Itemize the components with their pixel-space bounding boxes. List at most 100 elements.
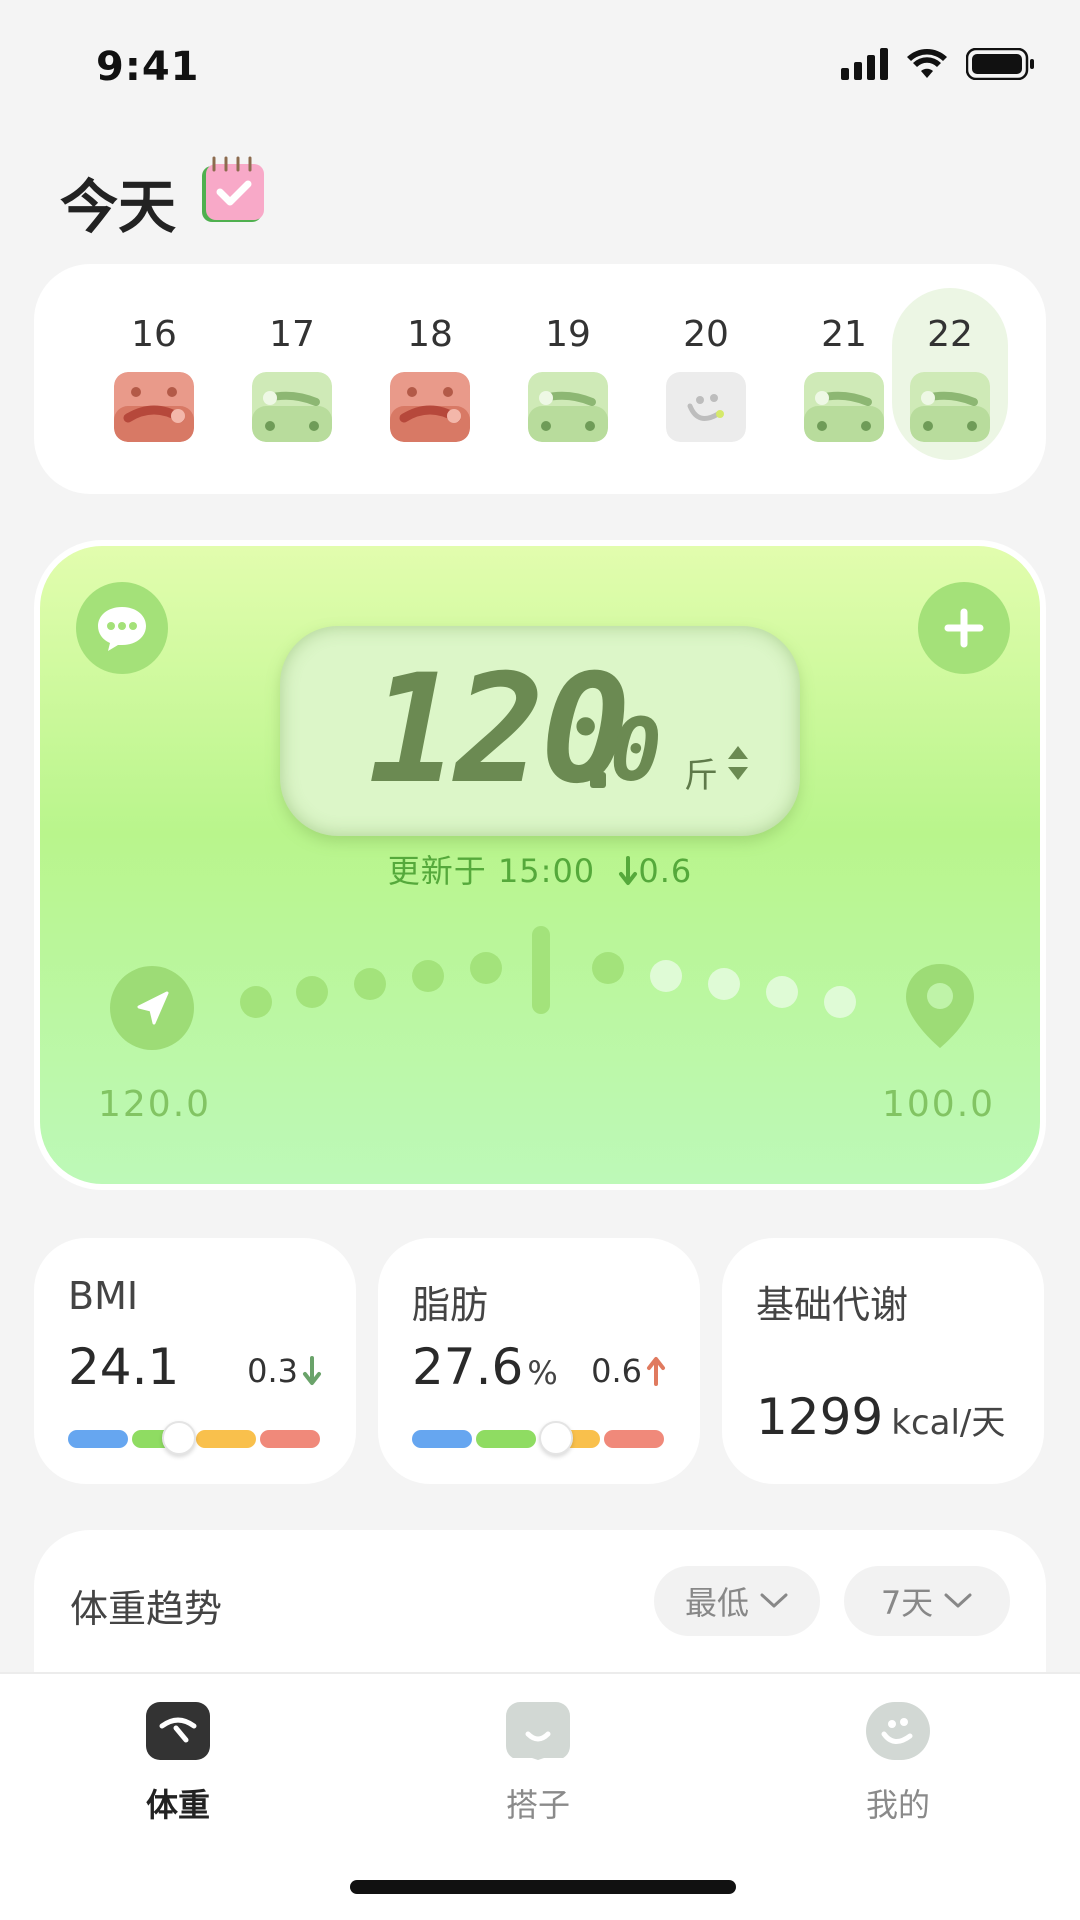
scale-segment-very-high [260, 1430, 320, 1448]
fat-scale-indicator [538, 1421, 573, 1455]
chat-bubble-icon [98, 607, 146, 651]
fat-unit: % [527, 1354, 558, 1392]
week-strip: 16 17 18 19 20 21 22 [34, 264, 1046, 494]
calendar-icon [202, 156, 264, 222]
progress-dot [708, 968, 740, 1000]
progress-dot [240, 986, 272, 1018]
day-18[interactable]: 18 [372, 288, 488, 460]
status-icons [841, 48, 1036, 80]
weight-display[interactable]: 120 0 斤 [280, 626, 800, 836]
progress-dot [470, 952, 502, 984]
progress-dot [592, 952, 624, 984]
bmi-value: 24.1 [68, 1338, 180, 1396]
bmi-scale-indicator [161, 1421, 196, 1455]
fat-label: 脂肪 [412, 1283, 489, 1327]
day-number: 22 [927, 314, 973, 355]
arrow-up-icon [647, 1357, 665, 1386]
day-number: 16 [131, 314, 177, 355]
tab-label: 我的 [865, 1786, 930, 1824]
plus-icon [944, 608, 984, 648]
progress-dot [766, 976, 798, 1008]
wifi-icon [907, 49, 947, 78]
bmr-card[interactable]: 基础代谢 1299 kcal/天 [722, 1238, 1044, 1484]
bmr-value: 1299 [756, 1388, 884, 1446]
profile-icon [866, 1702, 930, 1760]
update-time: 更新于 15:00 [387, 852, 596, 890]
fat-value: 27.6 [412, 1338, 524, 1396]
unit-toggle-icon[interactable] [726, 744, 750, 782]
scale-segment-low [68, 1430, 128, 1448]
weight-change-value: 0.6 [638, 852, 693, 890]
day-16[interactable]: 16 [96, 288, 212, 460]
weight-integer: 120 [368, 643, 631, 817]
progress-dot [650, 960, 682, 992]
day-17[interactable]: 17 [234, 288, 350, 460]
green-mood-face-icon [910, 372, 990, 442]
scale-segment-very-high [604, 1430, 664, 1448]
update-info: 更新于 15:00 0.6 [40, 846, 1040, 892]
weight-decimal: 0 [610, 701, 662, 801]
arrow-down-icon [303, 1356, 321, 1385]
bmi-card[interactable]: BMI 24.1 0.3 [34, 1238, 356, 1484]
fat-scale [412, 1421, 664, 1455]
red-mood-face-icon [114, 372, 194, 442]
progress-dot [824, 986, 856, 1018]
status-time: 9:41 [96, 44, 200, 90]
green-mood-face-icon [528, 372, 608, 442]
empty-mood-face-icon [666, 372, 746, 442]
green-mood-face-icon [804, 372, 884, 442]
chevron-down-icon [760, 1593, 788, 1608]
start-weight-marker [110, 966, 194, 1050]
status-bar: 9:41 [0, 0, 1080, 130]
tab-label: 体重 [145, 1786, 210, 1824]
home-indicator [350, 1880, 736, 1894]
scale-segment-normal [476, 1430, 536, 1448]
day-19[interactable]: 19 [510, 288, 626, 460]
day-number: 20 [683, 314, 729, 355]
tab-buddy[interactable]: 搭子 [438, 1702, 638, 1824]
bmr-value-row: 1299 kcal/天 [756, 1388, 1005, 1446]
scale-segment-low [412, 1430, 472, 1448]
tab-profile[interactable]: 我的 [798, 1702, 998, 1824]
weight-card: 120 0 斤 更新于 15:00 0.6 120.0 100.0 [34, 540, 1046, 1190]
chat-button[interactable] [76, 582, 168, 674]
progress-dot [296, 976, 328, 1008]
bmi-change: 0.3 [247, 1352, 322, 1390]
weight-unit[interactable]: 斤 [684, 748, 718, 797]
bmr-label: 基础代谢 [756, 1283, 909, 1327]
buddy-icon [506, 1702, 570, 1760]
green-mood-face-icon [252, 372, 332, 442]
tab-label: 搭子 [505, 1786, 570, 1824]
fat-change: 0.6 [591, 1352, 666, 1390]
bmi-scale [68, 1421, 320, 1455]
add-record-button[interactable] [918, 582, 1010, 674]
day-number: 18 [407, 314, 453, 355]
day-21[interactable]: 21 [786, 288, 902, 460]
current-progress-marker [532, 926, 550, 1014]
bmi-label: BMI [68, 1274, 139, 1318]
day-number: 21 [821, 314, 867, 355]
arrow-down-icon [619, 856, 638, 885]
progress-dot [412, 960, 444, 992]
day-20[interactable]: 20 [648, 288, 764, 460]
battery-icon [966, 48, 1034, 80]
trend-title: 体重趋势 [70, 1587, 223, 1631]
trend-range-dropdown[interactable]: 7天 [844, 1566, 1010, 1636]
trend-filter-dropdown[interactable]: 最低 [654, 1566, 820, 1636]
day-22-selected[interactable]: 22 [892, 288, 1008, 460]
navigation-arrow-icon [137, 991, 169, 1025]
bmr-unit: kcal/天 [891, 1403, 1006, 1443]
decimal-point [590, 772, 606, 788]
scale-icon [146, 1702, 210, 1760]
goal-location-pin-icon [906, 964, 974, 1048]
red-mood-face-icon [390, 372, 470, 442]
progress-dot [354, 968, 386, 1000]
weight-change: 0.6 [618, 852, 692, 890]
page-title: 今天 [60, 173, 177, 241]
tab-weight[interactable]: 体重 [78, 1702, 278, 1824]
chevron-down-icon [944, 1593, 972, 1608]
trend-range-label: 7天 [880, 1584, 934, 1622]
fat-card[interactable]: 脂肪 27.6% 0.6 [378, 1238, 700, 1484]
fat-change-value: 0.6 [591, 1352, 642, 1390]
bmi-change-value: 0.3 [247, 1352, 298, 1390]
